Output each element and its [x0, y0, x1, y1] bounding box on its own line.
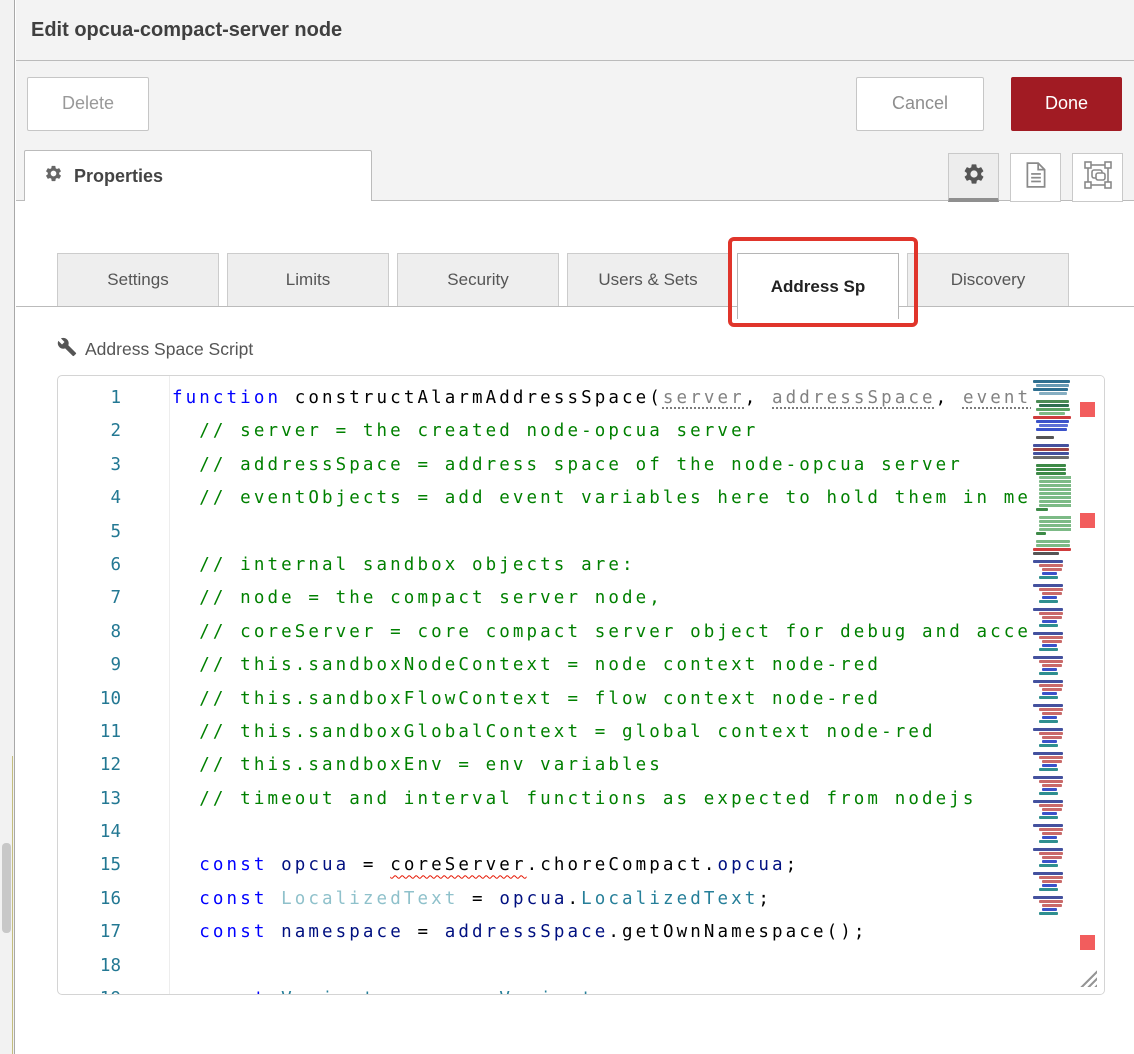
code-line[interactable]: 5 [58, 516, 1104, 549]
code-line[interactable]: 19 const Variant = opcua.Variant; [58, 983, 1104, 995]
line-number: 14 [58, 816, 169, 849]
code-line[interactable]: 15 const opcua = coreServer.choreCompact… [58, 849, 1104, 882]
section-label: Address Space Script [85, 339, 253, 360]
line-number: 2 [58, 415, 169, 448]
tray-header: Edit opcua-compact-server node [16, 0, 1134, 61]
gutter-separator [169, 376, 170, 994]
line-number: 8 [58, 616, 169, 649]
code-line[interactable]: 17 const namespace = addressSpace.getOwn… [58, 916, 1104, 949]
properties-gear-button[interactable] [948, 153, 999, 202]
code-line[interactable]: 13 // timeout and interval functions as … [58, 783, 1104, 816]
minimap-wrap [1031, 376, 1104, 994]
tab-security[interactable]: Security [397, 253, 559, 307]
line-number: 19 [58, 983, 169, 995]
code-line[interactable]: 3 // addressSpace = address space of the… [58, 449, 1104, 482]
minimap[interactable] [1031, 376, 1071, 932]
line-number: 6 [58, 549, 169, 582]
appearance-button[interactable] [1072, 153, 1123, 202]
line-number: 3 [58, 449, 169, 482]
dialog-title: Edit opcua-compact-server node [31, 19, 342, 42]
line-number: 12 [58, 749, 169, 782]
line-number: 9 [58, 649, 169, 682]
cancel-button[interactable]: Cancel [856, 77, 984, 131]
gear-icon [44, 164, 63, 188]
error-marker [1080, 513, 1095, 528]
tab-discovery[interactable]: Discovery [907, 253, 1069, 307]
code-line[interactable]: 7 // node = the compact server node, [58, 582, 1104, 615]
overview-ruler[interactable] [1071, 376, 1104, 994]
page-scrollbar-track [0, 0, 15, 1054]
code-line[interactable]: 18 [58, 950, 1104, 983]
node-appearance-icon [1083, 160, 1113, 195]
page-scrollbar-thumb[interactable] [2, 843, 11, 933]
line-number: 10 [58, 683, 169, 716]
code-line[interactable]: 16 const LocalizedText = opcua.Localized… [58, 883, 1104, 916]
line-number: 17 [58, 916, 169, 949]
line-number: 7 [58, 582, 169, 615]
tab-users-sets[interactable]: Users & Sets [567, 253, 729, 307]
gear-icon [962, 162, 986, 191]
code-line[interactable]: 8 // coreServer = core compact server ob… [58, 616, 1104, 649]
line-number: 1 [58, 382, 169, 415]
line-number: 5 [58, 516, 169, 549]
code-line[interactable]: 14 [58, 816, 1104, 849]
tray-toolbar: Delete Cancel Done [16, 61, 1134, 146]
tab-properties-label: Properties [74, 166, 163, 187]
server-settings-tabs: SettingsLimitsSecurityUsers & SetsAddres… [16, 253, 1134, 307]
code-line[interactable]: 2 // server = the created node-opcua ser… [58, 415, 1104, 448]
toolbar-right-group: Cancel Done [856, 77, 1122, 131]
node-red-edit-dialog: Edit opcua-compact-server node Delete Ca… [0, 0, 1134, 1054]
error-marker [1080, 935, 1095, 950]
tab-settings[interactable]: Settings [57, 253, 219, 307]
edit-node-tray: Edit opcua-compact-server node Delete Ca… [16, 0, 1134, 1054]
tab-limits[interactable]: Limits [227, 253, 389, 307]
line-number: 4 [58, 482, 169, 515]
editor-tabs-bar: Properties [16, 146, 1134, 201]
line-number: 15 [58, 849, 169, 882]
line-number: 18 [58, 950, 169, 983]
editor-tab-buttons [948, 153, 1123, 202]
code-line[interactable]: 11 // this.sandboxGlobalContext = global… [58, 716, 1104, 749]
description-doc-button[interactable] [1010, 153, 1061, 202]
code-line[interactable]: 12 // this.sandboxEnv = env variables [58, 749, 1104, 782]
properties-content: SettingsLimitsSecurityUsers & SetsAddres… [16, 202, 1134, 1054]
line-number: 13 [58, 783, 169, 816]
code-editor[interactable]: 1function constructAlarmAddressSpace(ser… [57, 375, 1105, 995]
document-icon [1023, 161, 1049, 194]
done-button[interactable]: Done [1011, 77, 1122, 131]
wrench-icon [57, 337, 77, 362]
tab-address-sp[interactable]: Address Sp [737, 253, 899, 319]
code-line[interactable]: 6 // internal sandbox objects are: [58, 549, 1104, 582]
code-line[interactable]: 10 // this.sandboxFlowContext = flow con… [58, 683, 1104, 716]
delete-button[interactable]: Delete [27, 77, 149, 131]
code-line[interactable]: 1function constructAlarmAddressSpace(ser… [58, 382, 1104, 415]
code-line[interactable]: 4 // eventObjects = add event variables … [58, 482, 1104, 515]
line-number: 11 [58, 716, 169, 749]
tab-properties[interactable]: Properties [24, 150, 372, 201]
error-marker [1080, 402, 1095, 417]
address-space-script-label-row: Address Space Script [57, 337, 1134, 361]
line-number: 16 [58, 883, 169, 916]
workspace-edge-line [12, 756, 13, 1054]
code-area[interactable]: 1function constructAlarmAddressSpace(ser… [58, 376, 1104, 994]
code-line[interactable]: 9 // this.sandboxNodeContext = node cont… [58, 649, 1104, 682]
